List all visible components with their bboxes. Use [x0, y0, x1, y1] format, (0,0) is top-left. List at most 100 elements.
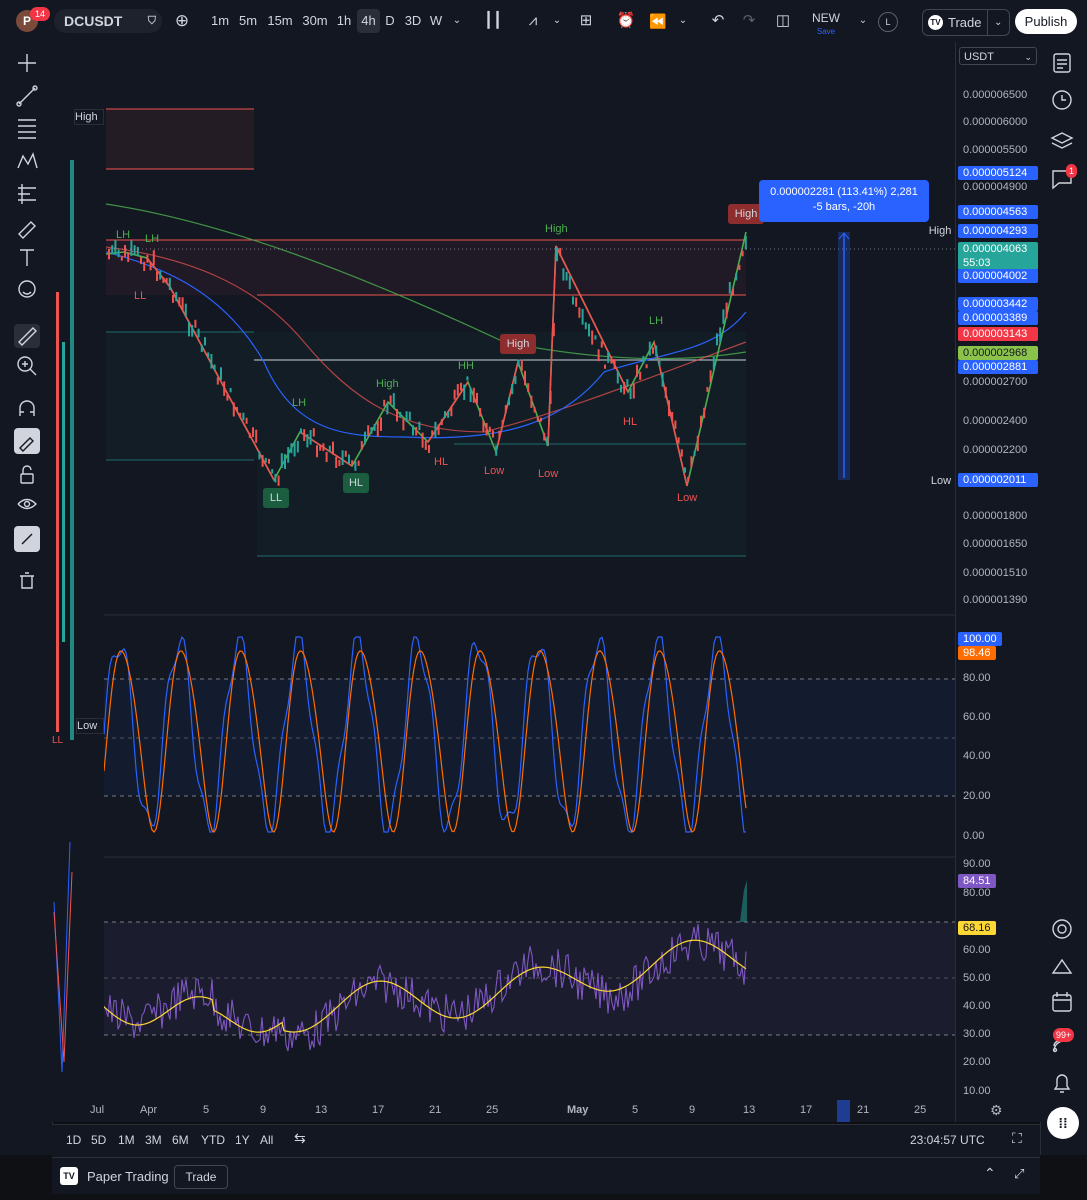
- zoom-in-icon[interactable]: [17, 356, 37, 376]
- text-icon[interactable]: [20, 249, 34, 266]
- interval-30m[interactable]: 30m: [299, 9, 331, 33]
- range-ytd[interactable]: YTD: [201, 1133, 225, 1147]
- replay-icon[interactable]: ⏪: [647, 9, 669, 33]
- magnet-icon[interactable]: [19, 400, 35, 416]
- chevron-down-icon[interactable]: ⌄: [677, 9, 689, 33]
- watchlist-icon[interactable]: [1053, 53, 1071, 73]
- status-trade-button[interactable]: Trade: [174, 1165, 228, 1189]
- crosshair-icon[interactable]: [18, 54, 36, 72]
- candle: [156, 271, 158, 281]
- undo-icon[interactable]: ↶: [707, 9, 729, 33]
- chevron-down-icon[interactable]: ⌄: [857, 9, 869, 33]
- layers-icon[interactable]: [1050, 132, 1074, 149]
- trash-icon[interactable]: [20, 572, 34, 589]
- range-5d[interactable]: 5D: [91, 1133, 106, 1147]
- lock-drawing-icon[interactable]: [14, 428, 40, 454]
- candle-type-icon[interactable]: ┃┃: [482, 9, 504, 33]
- ruler-icon[interactable]: [14, 324, 40, 348]
- time-tick: 17: [800, 1104, 813, 1116]
- price-tick: 0.000001800: [963, 510, 1028, 522]
- candle: [456, 384, 459, 396]
- alerts-clock-icon[interactable]: [1052, 90, 1072, 110]
- interval-15m[interactable]: 15m: [264, 9, 296, 33]
- candle: [316, 445, 318, 458]
- candle: [424, 440, 427, 450]
- range-6m[interactable]: 6M: [172, 1133, 189, 1147]
- target-icon[interactable]: [1052, 919, 1072, 939]
- candle: [559, 247, 562, 256]
- publish-button[interactable]: Publish: [1015, 9, 1077, 34]
- candle: [319, 444, 322, 451]
- chevron-up-icon[interactable]: ⌃: [984, 1165, 996, 1182]
- interval-1h[interactable]: 1h: [334, 9, 354, 33]
- layout-name[interactable]: NEW Save: [806, 11, 846, 36]
- range-1d[interactable]: 1D: [66, 1133, 81, 1147]
- forecast-icon[interactable]: [18, 184, 36, 204]
- interval-d[interactable]: D: [383, 9, 397, 33]
- calendar-icon[interactable]: [1052, 992, 1072, 1012]
- range-all[interactable]: All: [260, 1133, 273, 1147]
- candle: [709, 370, 712, 383]
- range-1m[interactable]: 1M: [118, 1133, 135, 1147]
- utc-clock[interactable]: 23:04:57 UTC: [910, 1133, 985, 1147]
- price-scale[interactable]: USDT ⌄ 0.000006500 0.000006000 0.0000055…: [926, 42, 1041, 1122]
- interval-w[interactable]: W: [428, 9, 444, 33]
- swing-lh: LH: [649, 315, 663, 327]
- trend-line-icon[interactable]: [16, 85, 38, 107]
- time-range-highlight: [837, 1100, 850, 1122]
- maximize-icon[interactable]: ⤢: [1014, 1166, 1024, 1182]
- swing-lh: LH: [116, 229, 130, 241]
- candle: [239, 412, 242, 418]
- link-icon[interactable]: [14, 526, 40, 552]
- candle: [572, 296, 574, 305]
- candle: [220, 367, 222, 380]
- layout-avatar[interactable]: L: [878, 12, 898, 32]
- range-3m[interactable]: 3M: [145, 1133, 162, 1147]
- go-to-date-icon[interactable]: ⇆: [294, 1130, 306, 1147]
- symbol-search[interactable]: DCUSDT ⛉: [54, 9, 162, 33]
- fib-retracement-icon[interactable]: [18, 119, 36, 139]
- swing-high: High: [545, 223, 568, 235]
- candle: [610, 356, 613, 364]
- settings-gear-icon[interactable]: ⚙: [990, 1102, 1003, 1119]
- chevron-down-icon[interactable]: ⌄: [450, 9, 464, 33]
- trade-button[interactable]: TV Trade ⌄: [922, 9, 1010, 36]
- range-1y[interactable]: 1Y: [235, 1133, 250, 1147]
- chevron-down-icon[interactable]: ⌄: [987, 10, 1002, 35]
- candle: [271, 469, 274, 474]
- pattern-icon[interactable]: [17, 152, 38, 169]
- indicators-icon[interactable]: ⩘: [522, 9, 544, 33]
- interval-4h[interactable]: 4h: [357, 9, 380, 33]
- interval-5m[interactable]: 5m: [235, 9, 261, 33]
- redo-icon[interactable]: ↷: [738, 9, 760, 33]
- candle: [412, 425, 414, 436]
- eye-icon[interactable]: [17, 498, 37, 510]
- candle: [408, 411, 411, 421]
- feed-icon[interactable]: [1052, 1040, 1065, 1053]
- rsi-pill: 84.51: [958, 874, 996, 888]
- candle: [562, 268, 565, 281]
- currency-select[interactable]: USDT ⌄: [959, 47, 1037, 65]
- candle: [696, 435, 699, 452]
- symbol-menu-icon[interactable]: ⛉: [148, 9, 156, 33]
- add-symbol-icon[interactable]: ⊕: [172, 9, 192, 33]
- brush-icon[interactable]: [18, 221, 36, 239]
- candle: [693, 450, 696, 456]
- alert-clock-icon[interactable]: ⏰: [615, 9, 637, 33]
- pine-icon[interactable]: [1051, 958, 1073, 974]
- candle: [194, 319, 197, 328]
- interval-1m[interactable]: 1m: [207, 9, 233, 33]
- side-chart-pane[interactable]: High Low LL: [52, 42, 104, 1122]
- help-icon[interactable]: ⁞⁞: [1047, 1107, 1079, 1139]
- fullscreen-icon[interactable]: ⛶: [1012, 1130, 1022, 1147]
- candle: [732, 288, 734, 296]
- chevron-down-icon[interactable]: ⌄: [551, 9, 563, 33]
- bell-icon[interactable]: [1053, 1074, 1071, 1093]
- paper-trading-label[interactable]: Paper Trading: [87, 1169, 169, 1184]
- emoji-icon[interactable]: [18, 280, 36, 298]
- panel-split-icon[interactable]: ◫: [772, 9, 794, 33]
- chart-pane[interactable]: LH LH LL LH High HL HH Low Low High LH H…: [60, 42, 955, 1122]
- lock-icon[interactable]: [20, 465, 34, 484]
- interval-3d[interactable]: 3D: [402, 9, 424, 33]
- layout-grid-icon[interactable]: ⊞: [575, 9, 597, 33]
